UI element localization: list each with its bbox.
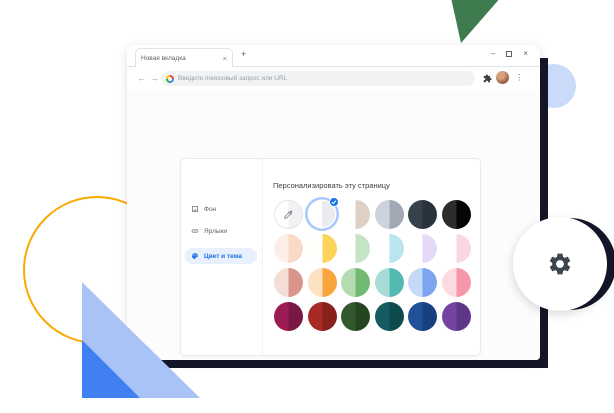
new-tab-page: Фон Ярлыки Цвет и тема — [127, 90, 540, 360]
gear-icon — [547, 251, 573, 277]
settings-gear-badge — [513, 217, 607, 311]
theme-swatch-dark-red[interactable] — [308, 302, 337, 331]
theme-swatch-burgundy[interactable] — [274, 302, 303, 331]
theme-swatch-dark-slate[interactable] — [408, 200, 437, 229]
theme-swatch-rose[interactable] — [274, 268, 303, 297]
sidebar-item-label: Ярлыки — [204, 228, 227, 235]
browser-toolbar: ← → Введите поисковый запрос или URL ⋮ — [127, 67, 540, 90]
swatch-grid — [272, 197, 473, 333]
close-button[interactable]: × — [523, 50, 528, 58]
theme-swatch-pale-pink[interactable] — [442, 234, 471, 263]
theme-swatch-teal[interactable] — [375, 268, 404, 297]
theme-swatch-pale-peach[interactable] — [274, 234, 303, 263]
sidebar-item-label: Фон — [204, 206, 216, 213]
sidebar-item-shortcuts[interactable]: Ярлыки — [185, 223, 257, 239]
profile-avatar[interactable] — [496, 71, 509, 84]
theme-swatch-beige[interactable] — [341, 200, 370, 229]
minimize-button[interactable]: – — [491, 50, 495, 58]
theme-swatch-orange[interactable] — [308, 268, 337, 297]
theme-swatch-pale-cyan[interactable] — [375, 234, 404, 263]
theme-swatch-pale-lavender[interactable] — [408, 234, 437, 263]
selected-check-icon — [329, 197, 339, 207]
url-bar[interactable]: Введите поисковый запрос или URL — [161, 71, 475, 86]
back-icon[interactable]: ← — [137, 74, 146, 83]
green-triangle-decoration — [450, 0, 500, 43]
browser-tab[interactable]: Новая вкладка × — [135, 48, 233, 68]
new-tab-button[interactable]: + — [241, 50, 246, 59]
sidebar-item-color-theme[interactable]: Цвет и тема — [185, 248, 257, 264]
theme-swatch-default-theme[interactable] — [309, 201, 335, 227]
window-controls: – × — [491, 50, 528, 58]
scene: Новая вкладка × + – × ← → Введите поиско… — [0, 0, 614, 413]
theme-swatch-cool-grey[interactable] — [375, 200, 404, 229]
eyedropper-icon — [283, 209, 294, 220]
maximize-button[interactable] — [506, 51, 512, 57]
theme-swatch-forest-green[interactable] — [341, 302, 370, 331]
tab-strip: Новая вкладка × + – × — [127, 45, 540, 67]
custom-color-picker[interactable] — [274, 200, 303, 229]
tab-close-icon[interactable]: × — [223, 55, 227, 63]
url-placeholder-text: Введите поисковый запрос или URL — [178, 75, 287, 82]
customize-dialog: Фон Ярлыки Цвет и тема — [180, 158, 481, 356]
theme-swatch-black[interactable] — [442, 200, 471, 229]
forward-icon[interactable]: → — [150, 74, 159, 83]
theme-swatch-green[interactable] — [341, 268, 370, 297]
dialog-title: Персонализировать эту страницу — [273, 181, 390, 190]
browser-menu-icon[interactable]: ⋮ — [515, 73, 524, 82]
link-icon — [191, 227, 199, 235]
theme-swatch-purple[interactable] — [442, 302, 471, 331]
palette-icon — [191, 252, 199, 260]
theme-swatch-yellow[interactable] — [308, 234, 337, 263]
extensions-icon[interactable] — [483, 74, 492, 83]
sidebar-item-label: Цвет и тема — [204, 253, 242, 260]
sidebar-item-background[interactable]: Фон — [185, 201, 257, 217]
browser-window: Новая вкладка × + – × ← → Введите поиско… — [127, 45, 540, 360]
tab-title: Новая вкладка — [141, 55, 220, 62]
theme-swatch-pink[interactable] — [442, 268, 471, 297]
theme-swatch-navy-blue[interactable] — [408, 302, 437, 331]
customize-sidebar: Фон Ярлыки Цвет и тема — [181, 159, 263, 355]
image-icon — [191, 205, 199, 213]
google-logo-icon — [166, 75, 174, 83]
theme-swatch-pale-green[interactable] — [341, 234, 370, 263]
theme-swatch-dark-teal[interactable] — [375, 302, 404, 331]
theme-swatch-blue[interactable] — [408, 268, 437, 297]
